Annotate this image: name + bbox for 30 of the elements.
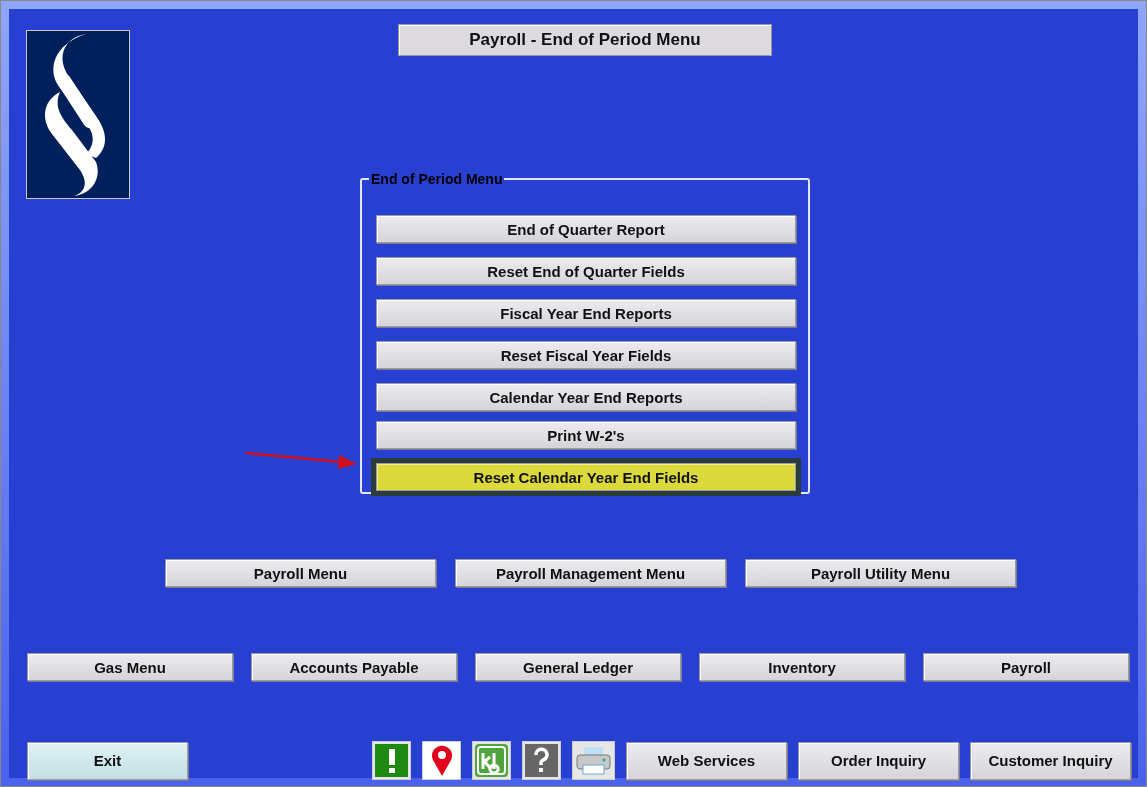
printer-icon	[575, 745, 612, 776]
map-pin-icon	[430, 744, 453, 777]
menu-button[interactable]: End of Quarter Report	[376, 215, 796, 243]
location-button[interactable]	[422, 741, 461, 780]
help-icon	[525, 744, 558, 777]
submenu-button[interactable]: Payroll Management Menu	[455, 559, 726, 587]
module-button[interactable]: General Ledger	[475, 653, 681, 681]
knowledge-base-button[interactable]	[472, 741, 511, 780]
print-button[interactable]	[572, 741, 615, 780]
exit-button[interactable]: Exit	[27, 741, 188, 780]
footer-button[interactable]: Customer Inquiry	[970, 741, 1131, 780]
module-button[interactable]: Accounts Payable	[251, 653, 457, 681]
logo-icon	[26, 30, 130, 199]
alert-icon	[375, 744, 408, 777]
submenu-button[interactable]: Payroll Menu	[165, 559, 436, 587]
module-button[interactable]: Inventory	[699, 653, 905, 681]
menu-button[interactable]: Reset End of Quarter Fields	[376, 257, 796, 285]
module-button[interactable]: Gas Menu	[27, 653, 233, 681]
footer-button[interactable]: Order Inquiry	[798, 741, 959, 780]
menu-button[interactable]: Reset Fiscal Year Fields	[376, 341, 796, 369]
alert-button[interactable]	[372, 741, 411, 780]
module-button[interactable]: Payroll	[923, 653, 1129, 681]
footer-button[interactable]: Web Services	[626, 741, 787, 780]
menu-button[interactable]: Calendar Year End Reports	[376, 383, 796, 411]
submenu-button[interactable]: Payroll Utility Menu	[745, 559, 1016, 587]
window-title: Payroll - End of Period Menu	[398, 24, 772, 56]
kb-icon	[475, 744, 508, 777]
menu-button[interactable]: Fiscal Year End Reports	[376, 299, 796, 327]
help-button[interactable]	[522, 741, 561, 780]
menu-button[interactable]: Print W-2's	[376, 421, 796, 449]
